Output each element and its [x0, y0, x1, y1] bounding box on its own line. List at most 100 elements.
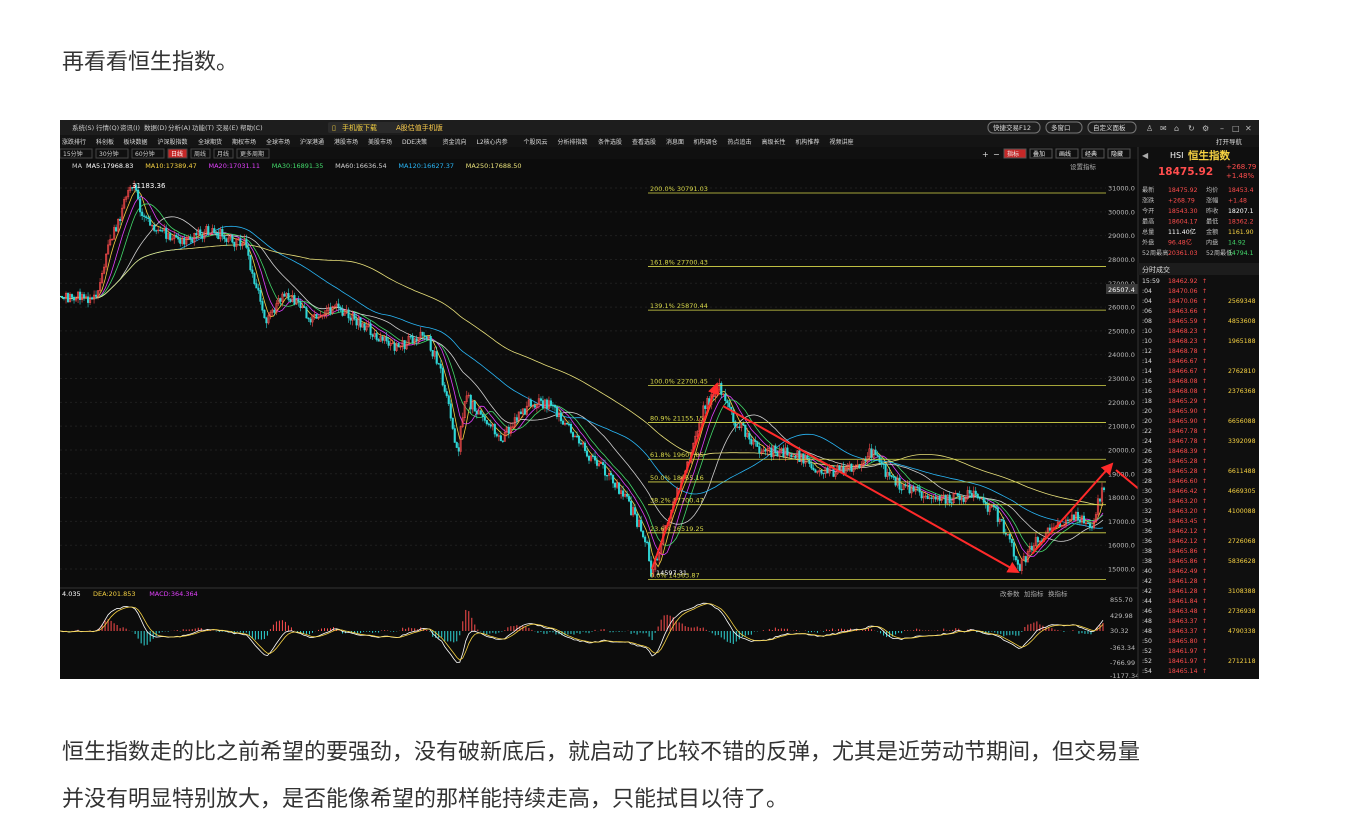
candle-body — [1086, 522, 1090, 524]
menu-item[interactable]: 功能(T) — [192, 123, 214, 132]
toolbar-item[interactable]: 条件选股 — [598, 138, 622, 146]
macd-tab[interactable]: 加指标 — [1024, 589, 1044, 598]
macd-tab[interactable]: 改参数 — [1000, 589, 1020, 598]
menu-item[interactable]: 行情(Q) — [96, 123, 119, 132]
period-tab[interactable]: 30分钟 — [99, 150, 119, 158]
minimize-icon[interactable]: – — [1220, 124, 1224, 133]
menu-item[interactable]: 数据(D) — [144, 123, 167, 132]
price-tick: 24000.0 — [1108, 351, 1135, 359]
toolbar-item[interactable]: DDE决策 — [402, 138, 427, 146]
tool-button[interactable]: 指标 — [1007, 150, 1019, 158]
toolbar-item[interactable]: 期权市场 — [232, 138, 256, 146]
candle-body — [233, 241, 236, 247]
candle-body — [894, 476, 897, 486]
period-tab[interactable]: 周线 — [194, 150, 206, 158]
candle-body — [255, 283, 258, 289]
tick-volume: 4790338 — [1228, 628, 1256, 635]
candle-body — [870, 448, 873, 458]
candle-body — [541, 400, 544, 409]
user-icon[interactable]: ♙ — [1146, 124, 1153, 133]
candle-body — [774, 445, 777, 454]
period-tab[interactable]: 60分钟 — [135, 150, 155, 158]
quote-value: 18475.92 — [1168, 187, 1198, 194]
period-tab[interactable]: 更多周期 — [240, 150, 264, 158]
toolbar-item[interactable]: 涨跌排行 — [62, 138, 86, 146]
zoom-in-icon[interactable]: + — [982, 150, 989, 159]
maximize-icon[interactable]: □ — [1232, 124, 1240, 133]
candle-body — [551, 404, 554, 407]
candle-body — [636, 513, 639, 527]
toolbar-item[interactable]: 港股市场 — [334, 138, 358, 146]
toolbar-item[interactable]: 热点追击 — [728, 138, 752, 146]
candle-body — [371, 334, 374, 337]
menu-item[interactable]: 帮助(C) — [240, 123, 263, 132]
toolbar-item[interactable]: 资金流向 — [443, 138, 467, 146]
tick-arrow-icon: ↑ — [1202, 658, 1207, 665]
candle-body — [87, 296, 90, 303]
candle-body — [605, 474, 609, 477]
candle-body — [189, 236, 192, 240]
chart-tools: + − 指标 叠加 画线 经典 隐藏 — [982, 148, 1131, 159]
toolbar-item[interactable]: 全球期货 — [198, 138, 222, 146]
toolbar-item[interactable]: 个股风云 — [524, 139, 548, 146]
hotkey-button[interactable]: 快捷交易F12 — [993, 123, 1031, 132]
refresh-icon[interactable]: ↻ — [1188, 124, 1195, 133]
toolbar-item[interactable]: 沪深股指数 — [158, 138, 188, 146]
toolbar-item[interactable]: L2核心内参 — [477, 138, 508, 146]
menu-item[interactable]: 交易(E) — [216, 123, 238, 132]
candle-body — [812, 467, 815, 471]
toolbar-item[interactable]: 美股市场 — [368, 138, 392, 146]
quote-label: 内盘 — [1206, 239, 1218, 247]
indicator-settings[interactable]: 设置指标 — [1070, 162, 1097, 171]
tool-button[interactable]: 经典 — [1085, 150, 1097, 158]
tick-price: 18466.42 — [1168, 488, 1198, 495]
settings-icon[interactable]: ⚙ — [1202, 124, 1209, 133]
menu-item[interactable]: 系统(S) — [72, 123, 94, 132]
zoom-out-icon[interactable]: − — [993, 150, 1000, 159]
close-icon[interactable]: ✕ — [1245, 124, 1252, 133]
tool-button[interactable]: 隐藏 — [1111, 150, 1123, 158]
period-tab[interactable]: 月线 — [217, 150, 229, 158]
toolbar-item[interactable]: 查看选股 — [632, 138, 656, 146]
candle-body — [890, 475, 893, 477]
macd-axis: 855.70 429.98 30.32 -363.34 -766.99 -1177.34 — [1110, 596, 1139, 679]
menu-item[interactable]: 资讯(I) — [120, 123, 140, 132]
menu-item[interactable]: 分析(A) — [168, 123, 191, 132]
quote-label: 外盘 — [1142, 239, 1154, 247]
toolbar-item[interactable]: 高级长性 — [762, 138, 786, 146]
quote-value: 14794.1 — [1228, 250, 1254, 257]
candle-body — [1072, 514, 1075, 521]
tick-price: 18461.97 — [1168, 658, 1198, 665]
toolbar-item[interactable]: 消息面 — [666, 138, 684, 146]
tick-time: :30 — [1142, 498, 1152, 505]
multi-window-button[interactable]: 多窗口 — [1051, 123, 1071, 132]
toolbar-item[interactable]: 科创板 — [96, 138, 114, 146]
custom-layout-button[interactable]: 自定义面板 — [1093, 123, 1126, 132]
period-tab[interactable]: 15分钟 — [63, 150, 83, 158]
tool-button[interactable]: 画线 — [1059, 150, 1071, 158]
tick-arrow-icon: ↑ — [1202, 618, 1207, 625]
toolbar-item[interactable]: 全球市场 — [266, 138, 290, 146]
candle-body — [533, 405, 536, 408]
toolbar-item[interactable]: 板块数据 — [124, 138, 148, 146]
mobile-download-button[interactable]: 手机版下载 — [342, 123, 377, 132]
toolbar-item[interactable]: 机构推荐 — [796, 138, 820, 146]
toolbar-item[interactable]: 沪深港通 — [300, 138, 324, 146]
toolbar-item[interactable]: 分析排指数 — [558, 138, 588, 146]
candle-body — [1016, 559, 1019, 565]
quote-name: 恒生指数 — [1188, 149, 1230, 162]
macd-tab[interactable]: 换指标 — [1048, 589, 1068, 598]
candle-body — [429, 335, 432, 351]
home-icon[interactable]: ⌂ — [1174, 124, 1179, 133]
period-tab[interactable]: 日线 — [171, 150, 183, 158]
candle-body — [882, 463, 885, 465]
tick-price: 18466.67 — [1168, 358, 1198, 365]
ma-line — [60, 244, 1104, 506]
mail-icon[interactable]: ✉ — [1160, 124, 1167, 133]
quote-value: 14.92 — [1228, 240, 1246, 247]
toolbar-item[interactable]: 机构调仓 — [694, 138, 718, 146]
toolbar-item[interactable]: 视频讲座 — [830, 138, 854, 146]
collapse-arrow-icon[interactable]: ◀ — [1142, 151, 1149, 160]
promo-link[interactable]: A股估值手机版 — [396, 123, 443, 132]
tool-button[interactable]: 叠加 — [1033, 150, 1045, 158]
